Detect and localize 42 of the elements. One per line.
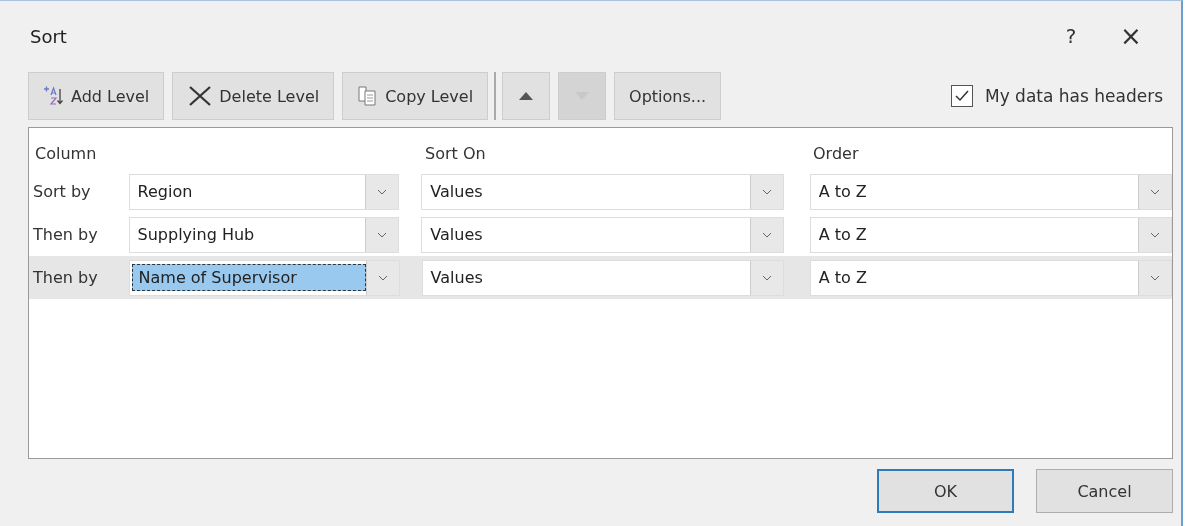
column-header: Sort On — [425, 143, 487, 163]
sort-on-dropdown[interactable]: Values — [421, 216, 784, 253]
order-dropdown[interactable]: A to Z — [809, 259, 1172, 296]
add-level-button[interactable]: Add Level — [28, 72, 165, 120]
column-dropdown[interactable]: Name of Supervisor — [128, 259, 400, 296]
sort-level-row[interactable]: Then by Name of Supervisor Values A to Z — [29, 256, 1172, 299]
delete-level-button[interactable]: Delete Level — [172, 72, 335, 120]
options-button[interactable]: Options... — [614, 72, 722, 120]
check-icon — [954, 90, 969, 102]
checkbox[interactable] — [950, 85, 973, 107]
column-header: Order — [813, 143, 860, 163]
column-dropdown[interactable]: Region — [128, 173, 400, 210]
headers-checkbox[interactable]: My data has headers — [950, 85, 1163, 107]
chevron-down-icon — [1150, 274, 1160, 281]
chevron-down-icon — [1150, 188, 1160, 195]
level-label: Sort by — [32, 182, 92, 201]
sort-az-icon — [43, 85, 65, 107]
sort-level-row[interactable]: Sort by Region Values A to Z — [29, 170, 1172, 213]
order-dropdown[interactable]: A to Z — [809, 173, 1172, 210]
copy-level-button[interactable]: Copy Level — [342, 72, 489, 120]
triangle-up-icon — [519, 92, 534, 100]
chevron-down-icon — [377, 231, 388, 238]
sort-on-dropdown[interactable]: Values — [421, 259, 784, 296]
chevron-down-icon — [761, 231, 772, 238]
chevron-down-icon — [761, 274, 772, 281]
help-button[interactable]: ? — [1041, 23, 1101, 49]
cancel-button[interactable]: Cancel — [1036, 469, 1173, 513]
column-header: Column — [34, 143, 98, 163]
chevron-down-icon — [1150, 231, 1160, 238]
column-dropdown[interactable]: Supplying Hub — [128, 216, 400, 253]
close-button[interactable]: × — [1101, 20, 1161, 52]
chevron-down-icon — [377, 274, 388, 281]
chevron-down-icon — [761, 188, 772, 195]
move-up-button[interactable] — [502, 72, 551, 120]
level-label: Then by — [32, 268, 99, 287]
chevron-down-icon — [377, 188, 388, 195]
sort-level-row[interactable]: Then by Supplying Hub Values A to Z — [29, 213, 1172, 256]
ok-button[interactable]: OK — [877, 469, 1014, 513]
level-label: Then by — [32, 225, 99, 244]
sort-on-dropdown[interactable]: Values — [421, 173, 784, 210]
window-title: Sort — [30, 25, 67, 47]
order-dropdown[interactable]: A to Z — [809, 216, 1172, 253]
